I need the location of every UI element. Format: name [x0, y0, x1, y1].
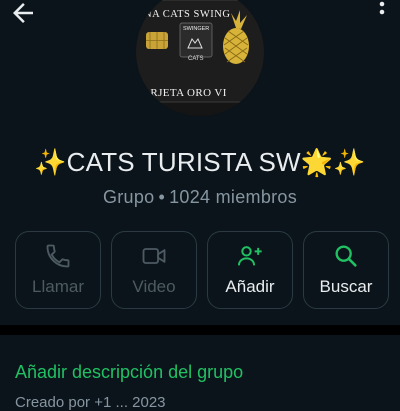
add-person-icon: [237, 246, 262, 266]
search-icon: [335, 245, 357, 267]
avatar-card-subtitle: CATS: [188, 56, 204, 62]
created-by-text: Creado por +1 ... 2023: [15, 394, 166, 411]
group-avatar[interactable]: NA CATS SWING SWINGER CATS ARJETA ORO VI: [136, 0, 264, 116]
video-label: Video: [132, 277, 176, 296]
avatar-top-text: NA CATS SWING: [144, 9, 230, 20]
add-label: Añadir: [225, 277, 275, 296]
video-button[interactable]: Video: [111, 231, 197, 309]
member-count[interactable]: 1024 miembros: [169, 187, 297, 207]
call-label: Llamar: [32, 277, 84, 296]
video-camera-icon: [142, 248, 166, 264]
add-participant-button[interactable]: Añadir: [207, 231, 293, 309]
separator: •: [158, 187, 166, 207]
action-bar: Llamar Video Añadir Buscar: [15, 231, 389, 309]
more-options-button[interactable]: [372, 0, 392, 28]
avatar-card-title: SWINGER: [183, 26, 209, 32]
phone-icon: [46, 244, 70, 268]
group-name: ✨CATS TURISTA SW🌟✨: [34, 147, 366, 177]
group-info: Grupo • 1024 miembros: [0, 187, 400, 208]
more-vert-icon: [379, 1, 385, 15]
arrow-left-icon: [13, 3, 33, 23]
add-description-link[interactable]: Añadir descripción del grupo: [15, 362, 243, 383]
back-button[interactable]: [8, 0, 38, 28]
search-label: Buscar: [319, 277, 373, 296]
group-type: Grupo: [102, 187, 155, 207]
avatar-bottom-text: ARJETA ORO VI: [142, 87, 227, 99]
call-button[interactable]: Llamar: [15, 231, 101, 309]
search-button[interactable]: Buscar: [303, 231, 389, 309]
section-divider: [0, 325, 400, 335]
